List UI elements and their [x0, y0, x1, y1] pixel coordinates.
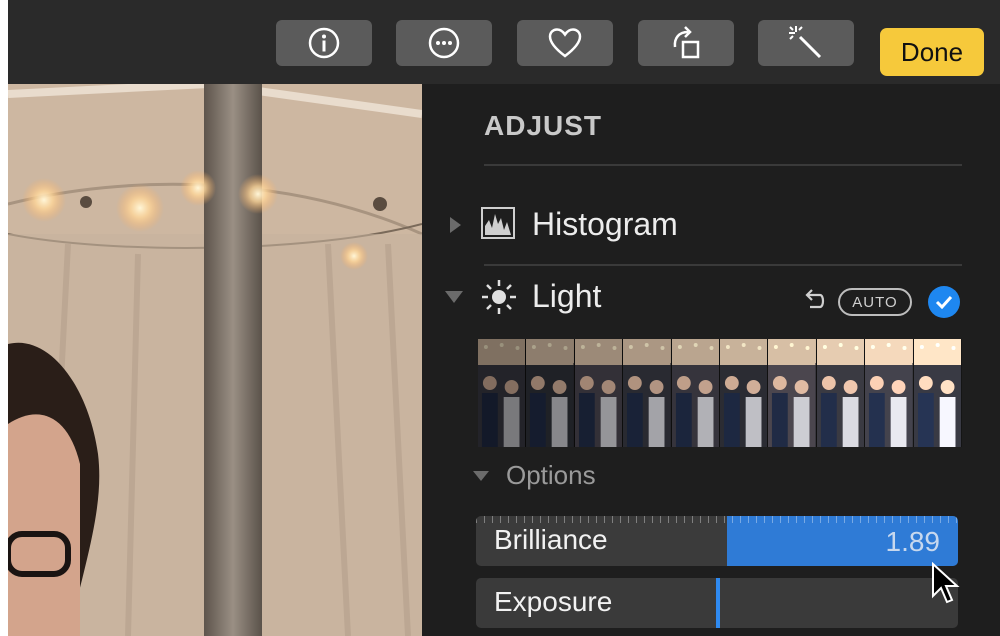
- filmstrip-thumbnail: [865, 339, 914, 447]
- done-button[interactable]: Done: [880, 28, 984, 76]
- brilliance-slider[interactable]: Brilliance 1.89: [476, 516, 958, 566]
- auto-button[interactable]: AUTO: [838, 288, 912, 316]
- exposure-label: Exposure: [494, 586, 613, 617]
- slider-ticks: [476, 516, 958, 523]
- light-preview-filmstrip[interactable]: [478, 339, 962, 447]
- filmstrip-thumbnail: [913, 339, 962, 447]
- filmstrip-thumbnail: [478, 339, 527, 447]
- rotate-button[interactable]: [638, 20, 734, 66]
- disclosure-collapsed-icon[interactable]: [448, 216, 462, 234]
- ellipsis-icon: [428, 27, 460, 59]
- undo-icon[interactable]: [800, 288, 826, 314]
- filmstrip-thumbnail: [574, 339, 624, 447]
- magic-wand-icon: [789, 26, 822, 59]
- rotate-icon: [673, 26, 700, 59]
- more-button[interactable]: [396, 20, 492, 66]
- adjust-panel: ADJUST Histogram Light AUTO Options Bril…: [422, 84, 1000, 636]
- light-label: Light: [532, 278, 602, 314]
- divider: [484, 164, 962, 166]
- filmstrip-thumbnail: [816, 339, 866, 447]
- sun-icon: [482, 280, 516, 314]
- options-label[interactable]: Options: [506, 460, 596, 491]
- filmstrip-thumbnail: [768, 339, 817, 447]
- checkmark-icon: [935, 295, 953, 309]
- exposure-slider-marker: [716, 578, 720, 628]
- brilliance-value: 1.89: [885, 526, 941, 557]
- histogram-label: Histogram: [532, 206, 678, 242]
- toolbar: Done: [8, 0, 1000, 84]
- histogram-icon: [481, 207, 515, 239]
- options-disclosure-icon[interactable]: [472, 470, 490, 482]
- disclosure-expanded-icon[interactable]: [444, 290, 464, 304]
- info-icon: [308, 27, 340, 59]
- photo-image: [8, 84, 422, 636]
- brilliance-label: Brilliance: [494, 524, 608, 555]
- photo-canvas[interactable]: [8, 84, 422, 636]
- light-enabled-checkbox[interactable]: [928, 286, 960, 318]
- info-button[interactable]: [276, 20, 372, 66]
- filmstrip-thumbnail: [671, 339, 721, 447]
- filmstrip-thumbnail: [623, 339, 672, 447]
- heart-icon: [548, 28, 582, 58]
- enhance-button[interactable]: [758, 20, 854, 66]
- panel-title: ADJUST: [484, 110, 603, 141]
- mouse-cursor-icon: [932, 562, 960, 604]
- photos-edit-window: Done ADJUST Histogram Light AUTO Options…: [8, 0, 1000, 636]
- filmstrip-thumbnail: [526, 339, 575, 447]
- favorite-button[interactable]: [517, 20, 613, 66]
- exposure-slider[interactable]: Exposure: [476, 578, 958, 628]
- divider: [484, 264, 962, 266]
- filmstrip-thumbnail: [720, 339, 769, 447]
